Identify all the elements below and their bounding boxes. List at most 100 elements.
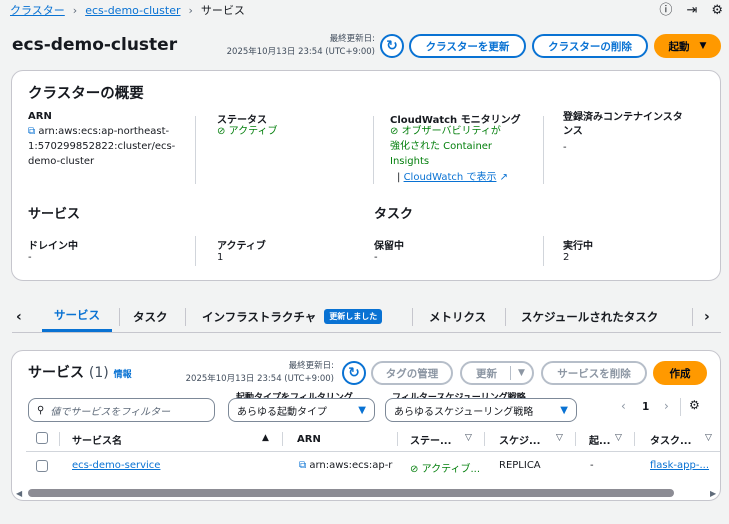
search-placeholder: 値でサービスをフィルター [50, 406, 171, 418]
tasks-heading: タスク [374, 207, 414, 222]
tabs-scroll-right-icon[interactable]: › [704, 301, 710, 332]
registered-instances-label: 登録済みコンテナインスタ ンス [563, 111, 683, 139]
divider [282, 432, 283, 446]
arn-line-2: 1:570299852822:cluster/ecs- [28, 141, 176, 152]
cloudwatch-status: ⊘ オブザーバビリティが 強化された Container Insights [390, 124, 501, 169]
launch-button-label: 起動 [668, 40, 690, 53]
cluster-overview-card: クラスターの概要 ARN ⧉ arn:aws:ecs:ap-northeast-… [11, 70, 721, 281]
scheduling-strategy-select[interactable]: あらゆるスケジューリング戦略 ▼ [385, 398, 577, 422]
update-service-button[interactable]: 更新 ▼ [460, 361, 534, 385]
divider [195, 236, 196, 266]
tab-separator [185, 308, 186, 326]
launch-button[interactable]: 起動 ▼ [654, 34, 721, 58]
last-updated: 最終更新日: 2025年10月13日 23:54 (UTC+9:00) [227, 33, 375, 59]
arn-line-1: arn:aws:ecs:ap-northeast- [38, 126, 170, 137]
info-link[interactable]: 情報 [114, 370, 132, 380]
panel-toggle-icon[interactable]: ⇥ [686, 4, 697, 17]
cloudwatch-line-2: 強化された Container [390, 141, 493, 152]
status-value: ⊘ アクティブ [217, 124, 277, 139]
divider [575, 432, 576, 446]
info-circle-icon[interactable]: ⓘ [659, 4, 672, 17]
status-cell: ⊘ アクティブ... [410, 460, 480, 475]
refresh-icon: ↻ [386, 38, 398, 54]
services-refresh-button[interactable]: ↻ [342, 361, 366, 385]
breadcrumb-chevron-icon: › [188, 3, 193, 17]
tab-infrastructure[interactable]: インフラストラクチャ 更新しました [202, 301, 383, 332]
arn-line-3: demo-cluster [28, 156, 95, 167]
horizontal-scrollbar-thumb[interactable] [28, 489, 674, 497]
sort-ascending-icon[interactable]: ▲ [262, 433, 269, 443]
updated-badge: 更新しました [324, 309, 383, 324]
external-link-icon: ↗ [499, 172, 509, 183]
page-title: ecs-demo-cluster [12, 35, 178, 55]
row-checkbox[interactable] [36, 460, 48, 472]
update-cluster-button[interactable]: クラスターを更新 [409, 34, 526, 58]
caret-down-icon[interactable]: ▼ [518, 368, 525, 378]
last-updated-label: 最終更新日: [329, 34, 375, 44]
registered-instances-label-1: 登録済みコンテナインスタ [563, 112, 683, 123]
pending-value: - [374, 252, 378, 263]
scroll-left-icon[interactable]: ◀ [16, 489, 22, 498]
settings-gear-icon[interactable]: ⚙ [711, 4, 723, 17]
registered-instances-label-2: ンス [563, 126, 583, 137]
breadcrumb-chevron-icon: › [72, 3, 78, 17]
divider [543, 236, 544, 266]
scroll-right-icon[interactable]: ▶ [710, 489, 716, 498]
pipe-separator: | [397, 172, 401, 183]
tabs-scroll-left-icon[interactable]: ‹ [16, 301, 22, 332]
divider [680, 398, 681, 416]
divider [484, 432, 485, 446]
create-service-button[interactable]: 作成 [653, 361, 707, 385]
launch-type-value: あらゆる起動タイプ [237, 406, 327, 418]
copy-icon[interactable]: ⧉ [299, 460, 306, 471]
services-panel-title: サービス [28, 365, 84, 381]
prev-page-icon[interactable]: ‹ [621, 399, 626, 413]
col-header-arn[interactable]: ARN [297, 429, 321, 449]
col-header-launch[interactable]: 起... [589, 429, 610, 449]
cloudwatch-line-1: オブザーバビリティが [401, 126, 501, 137]
delete-cluster-button[interactable]: クラスターの削除 [532, 34, 648, 58]
tab-metrics[interactable]: メトリクス [429, 301, 486, 332]
sort-icon[interactable]: ▽ [465, 433, 472, 443]
sort-icon[interactable]: ▽ [705, 433, 712, 443]
cloudwatch-view-link[interactable]: CloudWatch で表示 [404, 172, 497, 183]
service-search-input[interactable]: ⚲ 値でサービスをフィルター [28, 398, 215, 422]
cluster-tabs: ‹ サービス タスク インフラストラクチャ 更新しました メトリクス スケジュー… [12, 301, 721, 333]
services-count: (1) [88, 365, 109, 381]
task-definition-link[interactable]: flask-app-... [650, 460, 709, 471]
tab-infrastructure-label: インフラストラクチャ [202, 309, 317, 324]
col-header-scheduling[interactable]: スケジ... [499, 429, 540, 449]
breadcrumb-current: サービス [200, 4, 245, 17]
copy-icon[interactable]: ⧉ [28, 126, 35, 137]
col-header-task[interactable]: タスク... [650, 429, 691, 449]
sort-icon[interactable]: ▽ [615, 433, 622, 443]
breadcrumb-clusters-link[interactable]: クラスター [10, 2, 65, 18]
services-panel-title-row: サービス (1) 情報 [28, 362, 132, 382]
cloudwatch-view-row: | CloudWatch で表示 ↗ [397, 170, 508, 185]
next-page-icon[interactable]: › [664, 399, 669, 413]
tab-separator [412, 308, 413, 326]
select-all-checkbox[interactable] [36, 432, 48, 444]
table-settings-icon[interactable]: ⚙ [689, 398, 700, 412]
launch-type-select[interactable]: あらゆる起動タイプ ▼ [228, 398, 375, 422]
service-name-link[interactable]: ecs-demo-service [72, 460, 160, 471]
col-header-service-name[interactable]: サービス名 [72, 429, 122, 449]
delete-service-button[interactable]: サービスを削除 [541, 361, 647, 385]
arn-cell: ⧉ arn:aws:ecs:ap-r [299, 460, 392, 471]
manage-tags-button[interactable]: タグの管理 [371, 361, 453, 385]
tab-scheduled-tasks[interactable]: スケジュールされたタスク [521, 301, 658, 332]
tab-tasks[interactable]: タスク [133, 301, 168, 332]
running-value: 2 [563, 252, 570, 263]
arn-cell-text: arn:aws:ecs:ap-r [309, 460, 393, 471]
tab-services[interactable]: サービス [42, 301, 112, 332]
breadcrumb-cluster-link[interactable]: ecs-demo-cluster [85, 4, 180, 17]
divider [195, 116, 196, 184]
col-header-status[interactable]: ステー... [410, 429, 451, 449]
current-page[interactable]: 1 [642, 401, 649, 413]
services-last-updated-value: 2025年10月13日 23:54 (UTC+9:00) [185, 374, 334, 384]
divider [634, 432, 635, 446]
cloudwatch-line-3: Insights [390, 156, 430, 167]
status-text: アクティブ [228, 126, 278, 137]
sort-icon[interactable]: ▽ [556, 433, 563, 443]
refresh-button[interactable]: ↻ [380, 34, 404, 58]
